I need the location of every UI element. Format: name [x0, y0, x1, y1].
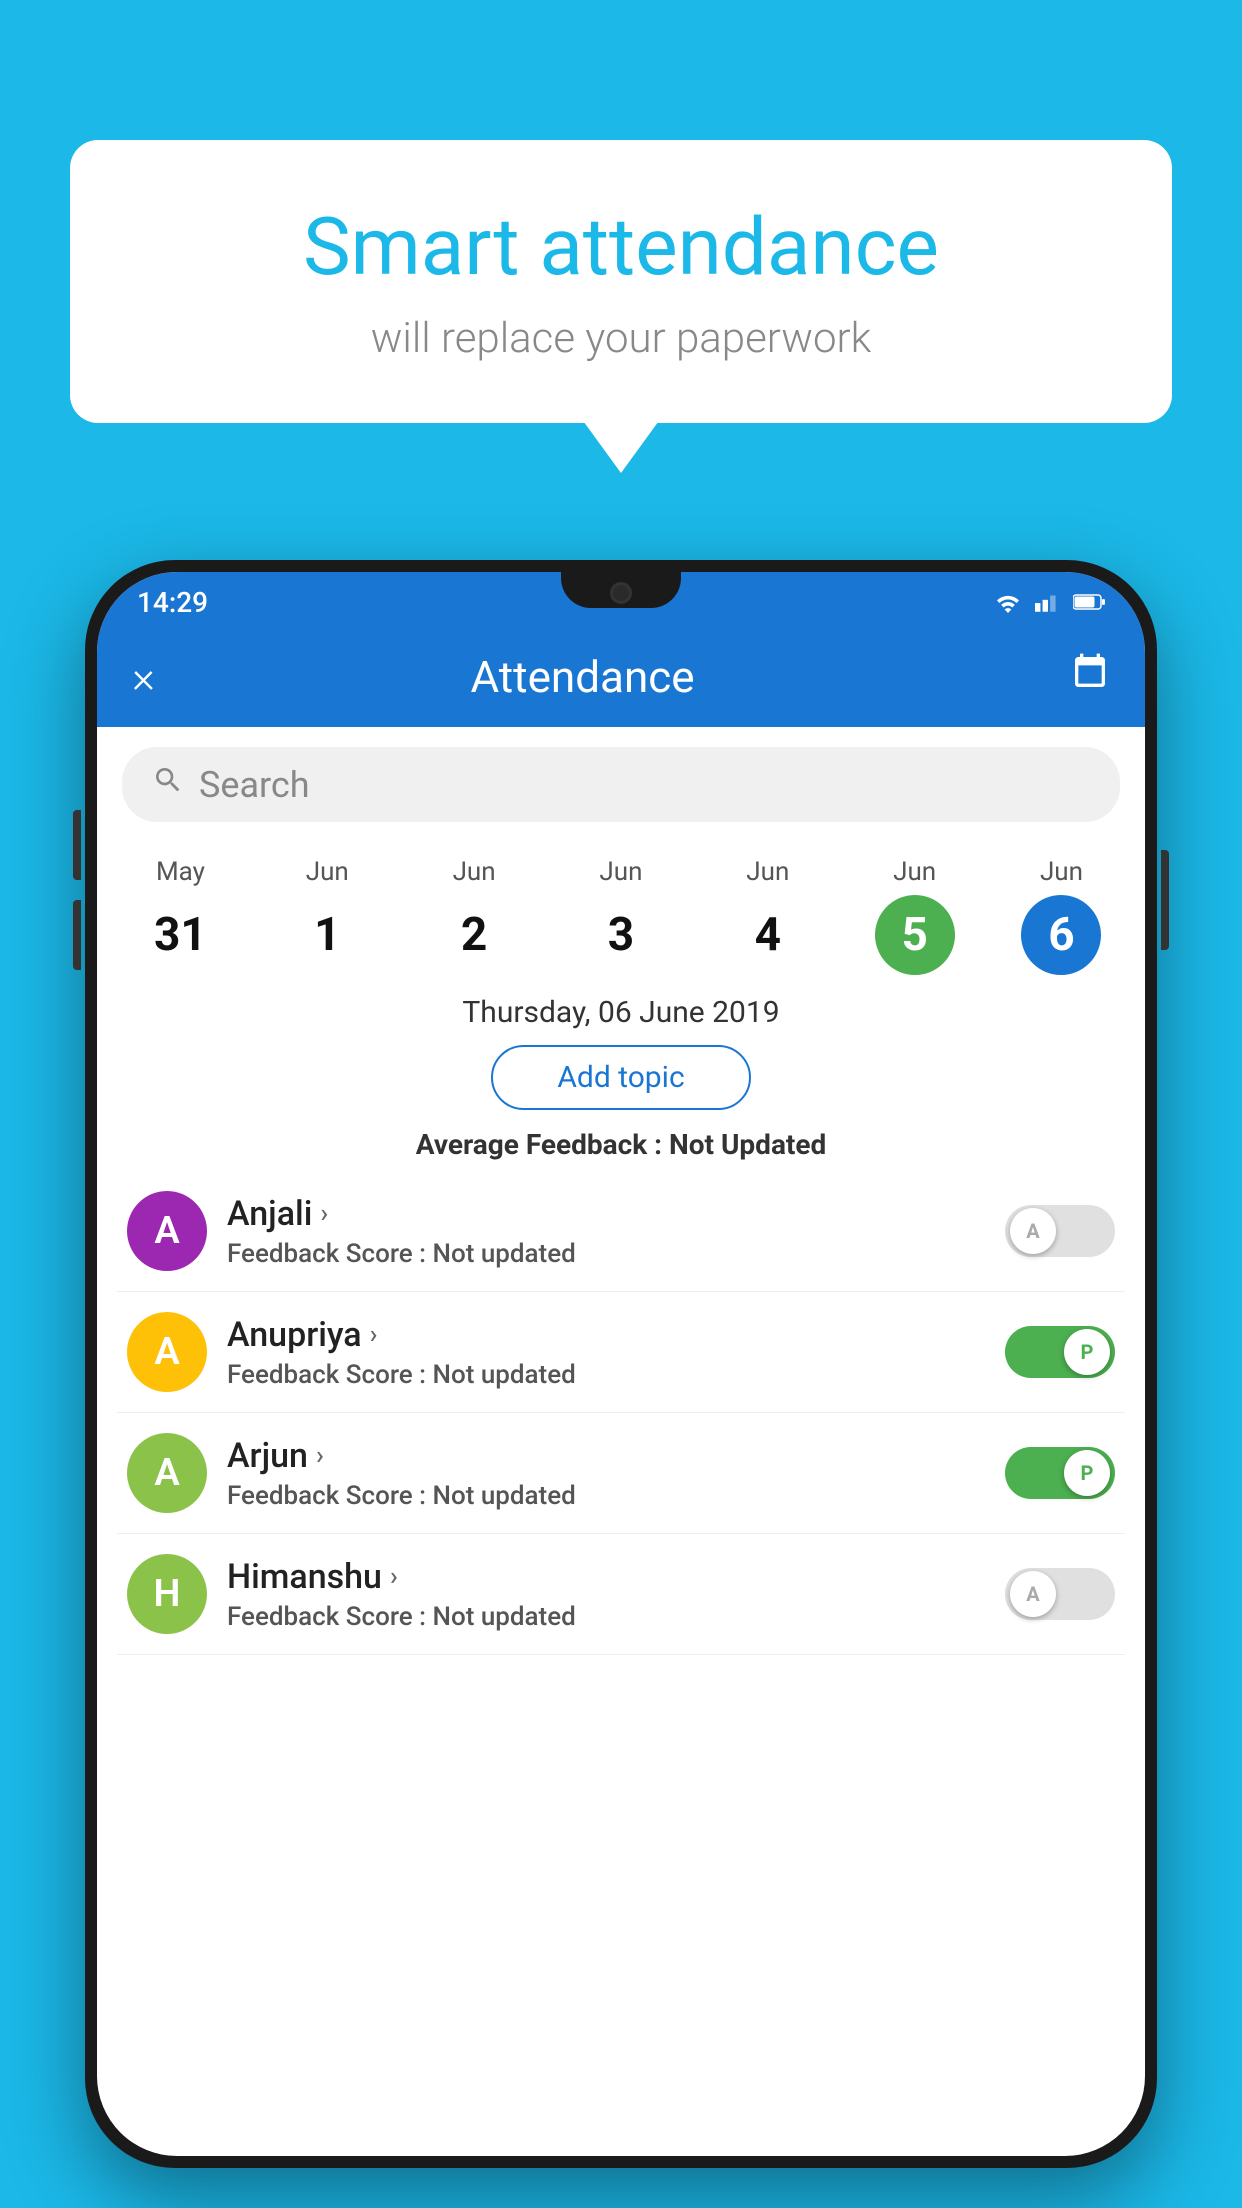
calendar-icon[interactable]	[1070, 652, 1110, 702]
app-title: Attendance	[185, 651, 980, 703]
toggle-knob-anjali: A	[1010, 1208, 1056, 1254]
volume-up-button	[73, 810, 81, 880]
calendar-day-0[interactable]: May 31	[130, 857, 230, 975]
toggle-knob-himanshu: A	[1010, 1571, 1056, 1617]
avg-feedback: Average Feedback : Not Updated	[97, 1128, 1145, 1161]
feedback-label-arjun: Feedback Score :	[227, 1481, 433, 1511]
phone-notch	[561, 572, 681, 608]
avatar-anupriya: A	[127, 1312, 207, 1392]
toggle-knob-anupriya: P	[1064, 1329, 1110, 1375]
attendance-toggle-anjali[interactable]: A	[1005, 1205, 1115, 1257]
volume-down-button	[73, 900, 81, 970]
feedback-value-himanshu: Not updated	[433, 1602, 576, 1632]
attendance-toggle-anupriya[interactable]: P	[1005, 1326, 1115, 1378]
student-name-anjali: Anjali	[227, 1194, 312, 1234]
speech-bubble-container: Smart attendance will replace your paper…	[70, 140, 1172, 423]
bubble-title: Smart attendance	[150, 200, 1092, 294]
student-info-anjali: Anjali › Feedback Score : Not updated	[227, 1194, 985, 1269]
feedback-value-anupriya: Not updated	[433, 1360, 576, 1390]
attendance-toggle-arjun[interactable]: P	[1005, 1447, 1115, 1499]
phone-frame: 14:29	[85, 560, 1157, 2168]
toggle-knob-arjun: P	[1064, 1450, 1110, 1496]
status-icons	[993, 591, 1105, 613]
search-placeholder: Search	[199, 764, 310, 806]
app-bar: × Attendance	[97, 627, 1145, 727]
student-item-anjali[interactable]: A Anjali › Feedback Score : Not updated …	[117, 1171, 1125, 1292]
phone-screen: 14:29	[97, 572, 1145, 2156]
student-info-himanshu: Himanshu › Feedback Score : Not updated	[227, 1557, 985, 1632]
student-list: A Anjali › Feedback Score : Not updated …	[97, 1171, 1145, 1655]
calendar-day-1[interactable]: Jun 1	[277, 857, 377, 975]
close-button[interactable]: ×	[132, 651, 155, 703]
feedback-value-arjun: Not updated	[433, 1481, 576, 1511]
feedback-value-anjali: Not updated	[433, 1239, 576, 1269]
student-info-arjun: Arjun › Feedback Score : Not updated	[227, 1436, 985, 1511]
wifi-icon	[993, 591, 1023, 613]
student-name-anupriya: Anupriya	[227, 1315, 362, 1355]
chevron-icon-himanshu: ›	[390, 1562, 398, 1592]
student-name-arjun: Arjun	[227, 1436, 308, 1476]
feedback-label-anjali: Feedback Score :	[227, 1239, 433, 1269]
feedback-label-himanshu: Feedback Score :	[227, 1602, 433, 1632]
selected-date-label: Thursday, 06 June 2019	[97, 995, 1145, 1030]
attendance-toggle-himanshu[interactable]: A	[1005, 1568, 1115, 1620]
avatar-himanshu: H	[127, 1554, 207, 1634]
calendar-day-3[interactable]: Jun 3	[571, 857, 671, 975]
avatar-anjali: A	[127, 1191, 207, 1271]
search-bar[interactable]: Search	[122, 747, 1120, 822]
chevron-icon-anjali: ›	[320, 1199, 328, 1229]
front-camera	[610, 582, 632, 604]
battery-icon	[1073, 593, 1105, 611]
bubble-subtitle: will replace your paperwork	[150, 314, 1092, 363]
student-item-himanshu[interactable]: H Himanshu › Feedback Score : Not update…	[117, 1534, 1125, 1655]
calendar-day-5[interactable]: Jun 5	[865, 857, 965, 975]
calendar-day-2[interactable]: Jun 2	[424, 857, 524, 975]
avatar-arjun: A	[127, 1433, 207, 1513]
add-topic-label: Add topic	[557, 1060, 684, 1095]
speech-bubble: Smart attendance will replace your paper…	[70, 140, 1172, 423]
calendar-strip: May 31 Jun 1 Jun 2 Jun 3 Jun 4	[97, 842, 1145, 975]
student-info-anupriya: Anupriya › Feedback Score : Not updated	[227, 1315, 985, 1390]
calendar-day-6[interactable]: Jun 6	[1011, 857, 1111, 975]
signal-icon	[1035, 591, 1061, 613]
feedback-label-anupriya: Feedback Score :	[227, 1360, 433, 1390]
student-item-arjun[interactable]: A Arjun › Feedback Score : Not updated P	[117, 1413, 1125, 1534]
student-name-himanshu: Himanshu	[227, 1557, 382, 1597]
power-button	[1161, 850, 1169, 950]
avg-feedback-label: Average Feedback :	[416, 1128, 662, 1161]
chevron-icon-anupriya: ›	[370, 1320, 378, 1350]
search-icon	[152, 764, 184, 805]
student-item-anupriya[interactable]: A Anupriya › Feedback Score : Not update…	[117, 1292, 1125, 1413]
add-topic-button[interactable]: Add topic	[491, 1045, 751, 1110]
status-time: 14:29	[137, 586, 208, 619]
calendar-day-4[interactable]: Jun 4	[718, 857, 818, 975]
chevron-icon-arjun: ›	[316, 1441, 324, 1471]
avg-feedback-value: Not Updated	[669, 1128, 826, 1161]
